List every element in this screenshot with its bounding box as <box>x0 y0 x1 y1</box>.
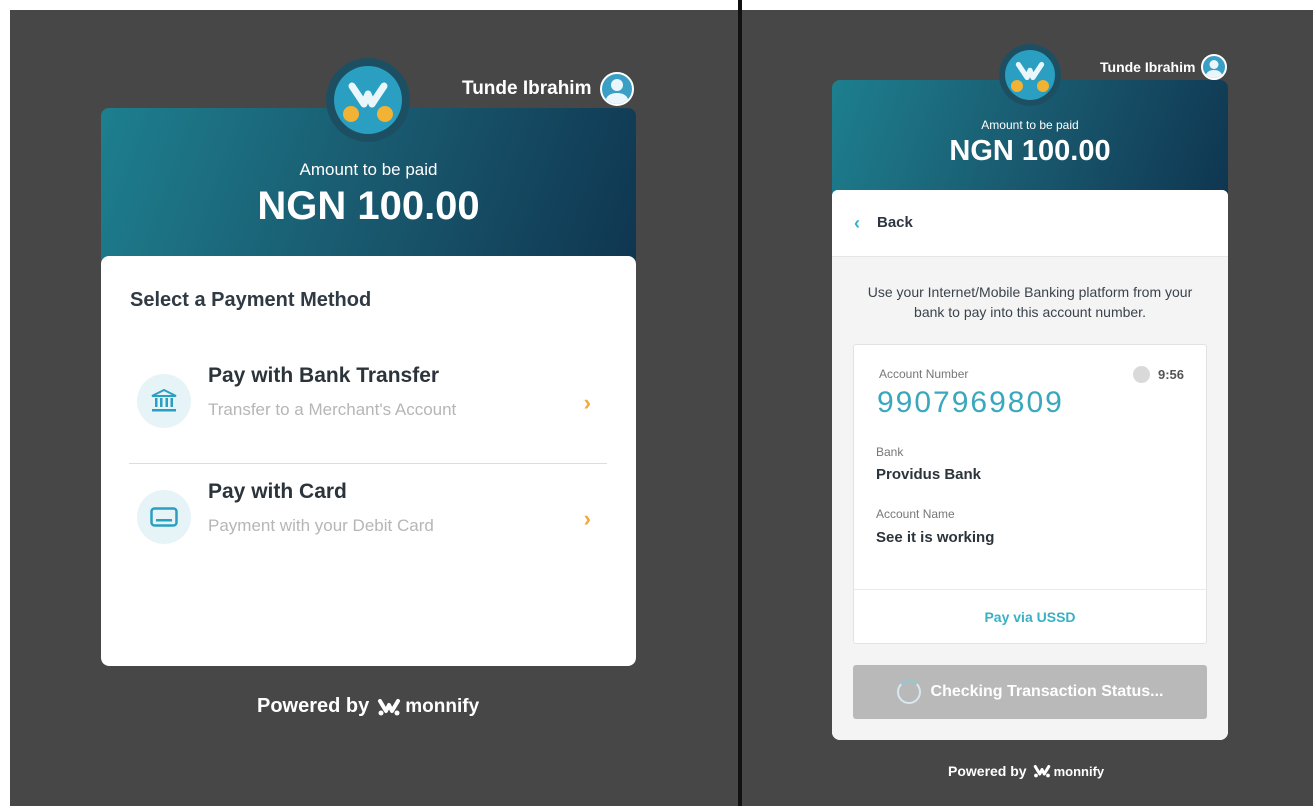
account-number[interactable]: 9907969809 <box>877 386 1064 420</box>
divider <box>129 463 607 464</box>
powered-by-footer: Powered by monnify <box>948 763 1104 779</box>
user-avatar-icon <box>600 72 635 106</box>
user-avatar-icon <box>1201 54 1228 80</box>
amount-value: NGN 100.00 <box>949 135 1111 167</box>
card-payment-title: Pay with Card <box>208 480 347 503</box>
powered-by-label: Powered by <box>257 695 370 717</box>
account-name-label: Account Name <box>876 507 955 521</box>
countdown-timer: 9:56 <box>1132 366 1184 383</box>
chevron-right-icon: › <box>583 390 591 415</box>
bank-transfer-option[interactable]: Pay with Bank Transfer Transfer to a Mer… <box>129 354 607 450</box>
card-payment-option[interactable]: Pay with Card Payment with your Debit Ca… <box>129 470 607 566</box>
user-info: Tunde Ibrahim <box>462 72 635 106</box>
bank-transfer-subtitle: Transfer to a Merchant's Account <box>208 400 457 419</box>
timer-icon <box>1132 366 1150 383</box>
user-name: Tunde Ibrahim <box>462 78 592 99</box>
monnify-logo-badge <box>326 58 410 142</box>
back-label: Back <box>877 214 913 231</box>
bank-transfer-title: Pay with Bank Transfer <box>208 364 440 387</box>
amount-value: NGN 100.00 <box>257 184 480 228</box>
user-name: Tunde Ibrahim <box>1100 59 1196 75</box>
back-button[interactable]: ‹ Back <box>832 190 1228 257</box>
monnify-mini-logo-icon <box>1033 764 1051 778</box>
account-details-box: Account Number 9:56 9907969809 Bank Prov… <box>853 344 1207 644</box>
user-info: Tunde Ibrahim <box>1100 54 1228 80</box>
amount-label: Amount to be paid <box>299 160 438 179</box>
brand-name: monnify <box>405 695 480 717</box>
amount-label: Amount to be paid <box>981 118 1079 132</box>
monnify-logo-icon <box>1005 50 1055 100</box>
checkout-card: Amount to be paid NGN 100.00 Select a Pa… <box>101 108 636 666</box>
divider <box>854 589 1206 590</box>
loading-spinner-icon <box>896 680 921 704</box>
card-icon <box>137 490 191 544</box>
bank-icon <box>137 374 191 428</box>
timer-value: 9:56 <box>1157 367 1184 382</box>
monnify-logo-badge <box>999 44 1061 106</box>
details-area: Use your Internet/Mobile Banking platfor… <box>832 257 1228 740</box>
transfer-details-section: ‹ Back Use your Internet/Mobile Banking … <box>832 190 1228 740</box>
checking-status-button[interactable]: Checking Transaction Status... <box>853 665 1207 719</box>
section-title: Select a Payment Method <box>130 289 372 311</box>
chevron-right-icon: › <box>583 506 591 531</box>
brand-name: monnify <box>1053 763 1105 779</box>
monnify-logo-icon <box>334 66 402 134</box>
page-top-edge <box>0 0 1313 10</box>
account-number-label: Account Number <box>879 367 969 381</box>
instructions-text: Use your Internet/Mobile Banking platfor… <box>867 284 1193 320</box>
payment-method-panel: Tunde Ibrahim Amount to be paid NGN 100.… <box>10 10 738 806</box>
chevron-left-icon: ‹ <box>854 213 860 233</box>
bank-value: Providus Bank <box>876 466 982 483</box>
bank-transfer-panel: Tunde Ibrahim Amount to be paid NGN 100.… <box>742 10 1313 806</box>
checkout-card: Amount to be paid NGN 100.00 ‹ Back Use … <box>832 80 1228 740</box>
powered-by-label: Powered by <box>948 763 1027 779</box>
bank-label: Bank <box>876 445 904 459</box>
pay-via-ussd-link[interactable]: Pay via USSD <box>854 609 1206 625</box>
powered-by-footer: Powered by monnify <box>257 695 479 718</box>
payment-methods-section: Select a Payment Method Pay with Bank Tr… <box>101 256 636 666</box>
monnify-mini-logo-icon <box>377 698 401 716</box>
status-label: Checking Transaction Status... <box>930 683 1164 700</box>
card-payment-subtitle: Payment with your Debit Card <box>208 516 434 535</box>
account-name-value: See it is working <box>876 529 995 546</box>
